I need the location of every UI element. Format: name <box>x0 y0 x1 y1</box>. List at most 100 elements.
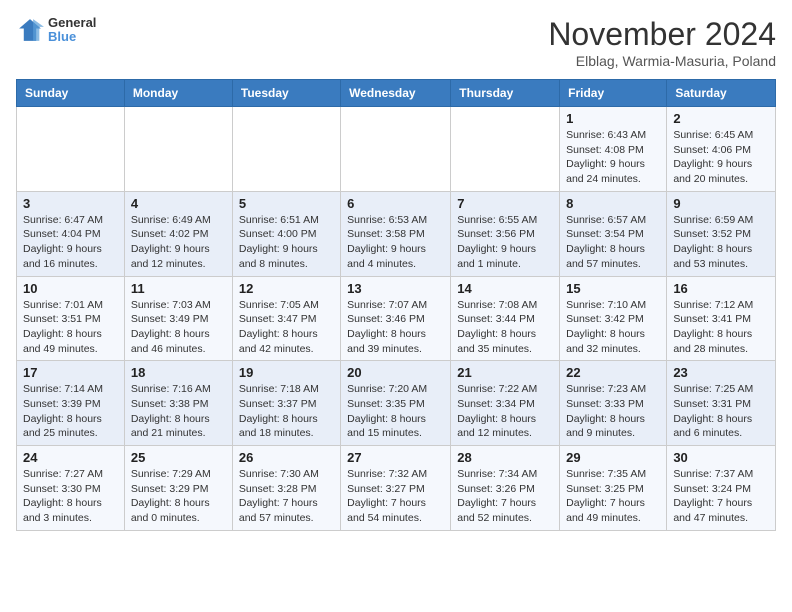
logo-icon <box>16 16 44 44</box>
logo: General Blue <box>16 16 96 45</box>
day-number: 3 <box>23 196 118 211</box>
calendar-cell: 30Sunrise: 7:37 AM Sunset: 3:24 PM Dayli… <box>667 446 776 531</box>
day-info: Sunrise: 6:45 AM Sunset: 4:06 PM Dayligh… <box>673 128 769 187</box>
calendar-cell: 21 Sunrise: 7:22 AM Sunset: 3:34 PM Dayli… <box>451 361 560 446</box>
calendar-cell: 16 Sunrise: 7:12 AM Sunset: 3:41 PM Dayli… <box>667 276 776 361</box>
day-info: Sunrise: 7:30 AM Sunset: 3:28 PM Dayligh… <box>239 467 334 526</box>
day-number: 12 <box>239 281 334 296</box>
calendar-cell: 14Sunrise: 7:08 AM Sunset: 3:44 PM Dayli… <box>451 276 560 361</box>
calendar: SundayMondayTuesdayWednesdayThursdayFrid… <box>16 79 776 531</box>
day-number: 19 <box>239 365 334 380</box>
location: Elblag, Warmia-Masuria, Poland <box>548 53 776 69</box>
day-number: 24 <box>23 450 118 465</box>
day-number: 13 <box>347 281 444 296</box>
day-info: Sunrise: 7:12 AM Sunset: 3:41 PM Dayligh… <box>673 298 769 357</box>
col-header-wednesday: Wednesday <box>341 80 451 107</box>
day-info: Sunrise: 6:57 AM Sunset: 3:54 PM Dayligh… <box>566 213 660 272</box>
day-info: Sunrise: 6:59 AM Sunset: 3:52 PM Dayligh… <box>673 213 769 272</box>
day-info: Sunrise: 6:49 AM Sunset: 4:02 PM Dayligh… <box>131 213 226 272</box>
col-header-monday: Monday <box>124 80 232 107</box>
calendar-week-row: 3 Sunrise: 6:47 AM Sunset: 4:04 PM Daylig… <box>17 191 776 276</box>
day-info: Sunrise: 7:07 AM Sunset: 3:46 PM Dayligh… <box>347 298 444 357</box>
calendar-week-row: 24Sunrise: 7:27 AM Sunset: 3:30 PM Dayli… <box>17 446 776 531</box>
day-number: 18 <box>131 365 226 380</box>
calendar-cell: 10 Sunrise: 7:01 AM Sunset: 3:51 PM Dayli… <box>17 276 125 361</box>
day-number: 4 <box>131 196 226 211</box>
day-info: Sunrise: 6:43 AM Sunset: 4:08 PM Dayligh… <box>566 128 660 187</box>
day-number: 27 <box>347 450 444 465</box>
calendar-cell: 22 Sunrise: 7:23 AM Sunset: 3:33 PM Dayli… <box>560 361 667 446</box>
calendar-cell: 2 Sunrise: 6:45 AM Sunset: 4:06 PM Daylig… <box>667 107 776 192</box>
calendar-cell: 23Sunrise: 7:25 AM Sunset: 3:31 PM Dayli… <box>667 361 776 446</box>
day-info: Sunrise: 7:16 AM Sunset: 3:38 PM Dayligh… <box>131 382 226 441</box>
day-info: Sunrise: 6:55 AM Sunset: 3:56 PM Dayligh… <box>457 213 553 272</box>
logo-text: General Blue <box>48 16 96 45</box>
calendar-cell: 8 Sunrise: 6:57 AM Sunset: 3:54 PM Daylig… <box>560 191 667 276</box>
day-info: Sunrise: 7:05 AM Sunset: 3:47 PM Dayligh… <box>239 298 334 357</box>
calendar-cell: 28 Sunrise: 7:34 AM Sunset: 3:26 PM Dayli… <box>451 446 560 531</box>
day-info: Sunrise: 7:03 AM Sunset: 3:49 PM Dayligh… <box>131 298 226 357</box>
title-area: November 2024 Elblag, Warmia-Masuria, Po… <box>548 16 776 69</box>
calendar-cell: 11 Sunrise: 7:03 AM Sunset: 3:49 PM Dayli… <box>124 276 232 361</box>
day-number: 8 <box>566 196 660 211</box>
day-number: 30 <box>673 450 769 465</box>
day-number: 1 <box>566 111 660 126</box>
day-number: 14 <box>457 281 553 296</box>
day-number: 16 <box>673 281 769 296</box>
day-number: 20 <box>347 365 444 380</box>
calendar-cell <box>341 107 451 192</box>
calendar-cell: 1 Sunrise: 6:43 AM Sunset: 4:08 PM Daylig… <box>560 107 667 192</box>
header: General Blue November 2024 Elblag, Warmi… <box>16 16 776 69</box>
day-info: Sunrise: 7:23 AM Sunset: 3:33 PM Dayligh… <box>566 382 660 441</box>
calendar-cell <box>17 107 125 192</box>
col-header-friday: Friday <box>560 80 667 107</box>
day-number: 28 <box>457 450 553 465</box>
logo-general: General <box>48 16 96 30</box>
calendar-cell: 25Sunrise: 7:29 AM Sunset: 3:29 PM Dayli… <box>124 446 232 531</box>
day-info: Sunrise: 7:35 AM Sunset: 3:25 PM Dayligh… <box>566 467 660 526</box>
day-info: Sunrise: 7:32 AM Sunset: 3:27 PM Dayligh… <box>347 467 444 526</box>
day-number: 5 <box>239 196 334 211</box>
day-number: 2 <box>673 111 769 126</box>
day-number: 26 <box>239 450 334 465</box>
day-info: Sunrise: 7:22 AM Sunset: 3:34 PM Dayligh… <box>457 382 553 441</box>
calendar-cell <box>451 107 560 192</box>
day-number: 10 <box>23 281 118 296</box>
col-header-thursday: Thursday <box>451 80 560 107</box>
calendar-cell: 29Sunrise: 7:35 AM Sunset: 3:25 PM Dayli… <box>560 446 667 531</box>
col-header-tuesday: Tuesday <box>232 80 340 107</box>
calendar-week-row: 17 Sunrise: 7:14 AM Sunset: 3:39 PM Dayli… <box>17 361 776 446</box>
day-info: Sunrise: 7:01 AM Sunset: 3:51 PM Dayligh… <box>23 298 118 357</box>
day-number: 23 <box>673 365 769 380</box>
calendar-cell: 20 Sunrise: 7:20 AM Sunset: 3:35 PM Dayli… <box>341 361 451 446</box>
calendar-cell: 4 Sunrise: 6:49 AM Sunset: 4:02 PM Daylig… <box>124 191 232 276</box>
calendar-cell: 27 Sunrise: 7:32 AM Sunset: 3:27 PM Dayli… <box>341 446 451 531</box>
day-info: Sunrise: 6:47 AM Sunset: 4:04 PM Dayligh… <box>23 213 118 272</box>
col-header-sunday: Sunday <box>17 80 125 107</box>
day-number: 11 <box>131 281 226 296</box>
month-title: November 2024 <box>548 16 776 53</box>
day-info: Sunrise: 7:14 AM Sunset: 3:39 PM Dayligh… <box>23 382 118 441</box>
day-info: Sunrise: 7:10 AM Sunset: 3:42 PM Dayligh… <box>566 298 660 357</box>
day-number: 7 <box>457 196 553 211</box>
calendar-cell: 12 Sunrise: 7:05 AM Sunset: 3:47 PM Dayli… <box>232 276 340 361</box>
col-header-saturday: Saturday <box>667 80 776 107</box>
calendar-cell: 7 Sunrise: 6:55 AM Sunset: 3:56 PM Daylig… <box>451 191 560 276</box>
day-number: 15 <box>566 281 660 296</box>
day-info: Sunrise: 7:20 AM Sunset: 3:35 PM Dayligh… <box>347 382 444 441</box>
day-info: Sunrise: 7:18 AM Sunset: 3:37 PM Dayligh… <box>239 382 334 441</box>
calendar-cell: 3 Sunrise: 6:47 AM Sunset: 4:04 PM Daylig… <box>17 191 125 276</box>
calendar-cell: 26 Sunrise: 7:30 AM Sunset: 3:28 PM Dayli… <box>232 446 340 531</box>
day-number: 22 <box>566 365 660 380</box>
calendar-cell <box>232 107 340 192</box>
calendar-cell: 15 Sunrise: 7:10 AM Sunset: 3:42 PM Dayli… <box>560 276 667 361</box>
day-info: Sunrise: 7:34 AM Sunset: 3:26 PM Dayligh… <box>457 467 553 526</box>
calendar-header-row: SundayMondayTuesdayWednesdayThursdayFrid… <box>17 80 776 107</box>
day-number: 21 <box>457 365 553 380</box>
calendar-week-row: 1 Sunrise: 6:43 AM Sunset: 4:08 PM Daylig… <box>17 107 776 192</box>
calendar-cell <box>124 107 232 192</box>
calendar-cell: 19 Sunrise: 7:18 AM Sunset: 3:37 PM Dayli… <box>232 361 340 446</box>
day-info: Sunrise: 6:51 AM Sunset: 4:00 PM Dayligh… <box>239 213 334 272</box>
day-number: 17 <box>23 365 118 380</box>
logo-blue: Blue <box>48 30 96 44</box>
